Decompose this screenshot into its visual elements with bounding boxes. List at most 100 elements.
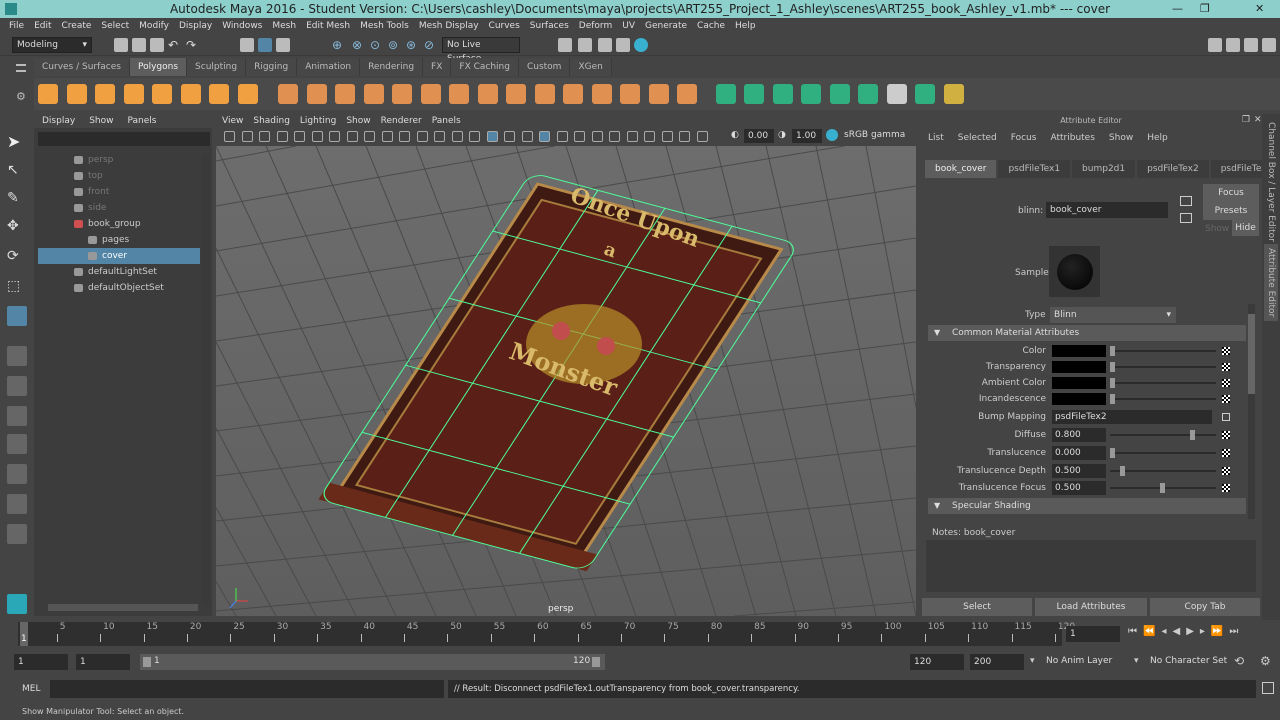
slider-handle[interactable] bbox=[1110, 378, 1115, 388]
open-scene-icon[interactable] bbox=[132, 38, 146, 52]
smooth-shade-icon[interactable] bbox=[469, 131, 480, 142]
type-dropdown[interactable]: Blinn ▾ bbox=[1050, 307, 1176, 323]
slider-handle[interactable] bbox=[1160, 483, 1165, 493]
map-button-icon[interactable] bbox=[1222, 347, 1230, 355]
viewport-menu-view[interactable]: View bbox=[222, 114, 243, 128]
menu-cache[interactable]: Cache bbox=[692, 18, 730, 34]
merge-icon[interactable] bbox=[620, 84, 640, 104]
go-to-end-icon[interactable]: ⏭ bbox=[1229, 626, 1244, 637]
material-swatch[interactable] bbox=[1049, 246, 1100, 297]
menu-select[interactable]: Select bbox=[96, 18, 134, 34]
menu-edit[interactable]: Edit bbox=[29, 18, 56, 34]
exposure-field[interactable]: 0.00 bbox=[744, 129, 774, 143]
workspace-icon[interactable] bbox=[1208, 38, 1222, 52]
step-forward-frame-icon[interactable]: ▸ bbox=[1200, 626, 1211, 637]
outliner-menu-show[interactable]: Show bbox=[89, 114, 113, 128]
render-view-icon[interactable] bbox=[558, 38, 572, 52]
maximize-button[interactable]: ❐ bbox=[1200, 0, 1210, 18]
shelf-tab-animation[interactable]: Animation bbox=[297, 58, 361, 76]
uv-snapshot-icon[interactable] bbox=[915, 84, 935, 104]
poly-cylinder-icon[interactable] bbox=[95, 84, 115, 104]
channel-box-tab[interactable]: Channel Box / Layer Editor bbox=[1264, 122, 1278, 242]
scale-tool-icon[interactable]: ⬚ bbox=[7, 278, 27, 298]
snap-live-icon[interactable]: ⊘ bbox=[424, 38, 438, 52]
slider-track[interactable] bbox=[1110, 382, 1216, 384]
outliner-menu-panels[interactable]: Panels bbox=[127, 114, 156, 128]
2d-pan-zoom-icon[interactable] bbox=[294, 131, 305, 142]
poly-sphere-icon[interactable] bbox=[38, 84, 58, 104]
current-frame-field[interactable]: 1 bbox=[1066, 626, 1120, 642]
slider-track[interactable] bbox=[1110, 434, 1216, 436]
slider-track[interactable] bbox=[1110, 452, 1216, 454]
render-settings-icon[interactable] bbox=[616, 38, 630, 52]
textured-icon[interactable] bbox=[521, 131, 533, 142]
insert-edge-loop-icon[interactable] bbox=[534, 84, 555, 104]
two-pane-layout-icon[interactable] bbox=[7, 406, 27, 426]
three-pane-layout-icon[interactable] bbox=[7, 464, 27, 484]
viewport-menu-shading[interactable]: Shading bbox=[253, 114, 290, 128]
unfold-icon[interactable] bbox=[772, 84, 793, 104]
grease-pencil-icon[interactable] bbox=[311, 131, 323, 142]
ae-menu-attributes[interactable]: Attributes bbox=[1050, 133, 1094, 143]
snap-surface-icon[interactable]: ⊛ bbox=[406, 38, 420, 52]
playback-start-field[interactable]: 1 bbox=[76, 654, 130, 670]
step-back-frame-icon[interactable]: ◂ bbox=[1161, 626, 1172, 637]
menu-deform[interactable]: Deform bbox=[574, 18, 617, 34]
live-surface-field[interactable]: No Live Surface bbox=[442, 37, 520, 64]
outliner-item-cover[interactable]: cover bbox=[38, 248, 200, 264]
camera-attributes-icon[interactable] bbox=[241, 131, 253, 142]
menu-uv[interactable]: UV bbox=[617, 18, 640, 34]
undo-icon[interactable]: ↶ bbox=[168, 38, 182, 52]
texture-field[interactable]: psdFileTex2 bbox=[1052, 410, 1212, 424]
poly-plane-icon[interactable] bbox=[152, 84, 172, 104]
layout-uv-icon[interactable] bbox=[801, 84, 821, 104]
wireframe-icon[interactable] bbox=[451, 131, 463, 142]
map-button-icon[interactable] bbox=[1222, 431, 1230, 439]
gamma-field[interactable]: 1.00 bbox=[792, 129, 822, 143]
ae-menu-selected[interactable]: Selected bbox=[958, 133, 997, 143]
menuset-dropdown[interactable]: Modeling ▾ bbox=[12, 37, 92, 53]
transfer-attr-icon[interactable] bbox=[858, 84, 878, 104]
input-connection-icon[interactable] bbox=[1222, 413, 1230, 421]
image-plane-icon[interactable] bbox=[276, 131, 288, 142]
show-button[interactable]: Show bbox=[1205, 224, 1229, 234]
slider-handle[interactable] bbox=[1110, 362, 1115, 372]
xray-joints-icon[interactable] bbox=[679, 131, 690, 142]
single-pane-layout-icon[interactable] bbox=[7, 346, 27, 366]
map-button-icon[interactable] bbox=[1222, 449, 1230, 457]
ae-tab-bump2d1[interactable]: bump2d1 bbox=[1072, 160, 1136, 178]
section-common-material[interactable]: Common Material Attributes bbox=[928, 325, 1246, 341]
menu-mesh-display[interactable]: Mesh Display bbox=[414, 18, 484, 34]
move-tool-icon[interactable]: ✥ bbox=[7, 218, 27, 238]
select-object-icon[interactable] bbox=[258, 38, 272, 52]
menu-modify[interactable]: Modify bbox=[134, 18, 174, 34]
slider-handle[interactable] bbox=[1120, 466, 1125, 476]
time-slider-track[interactable]: 1 5 10 15 20 25 30 35 40 45 50 55 60 65 70 75 80 85 90 95 1… bbox=[18, 622, 1075, 646]
node-name-field[interactable]: book_cover bbox=[1046, 202, 1168, 218]
resolution-gate-icon[interactable] bbox=[364, 131, 375, 142]
isolate-select-icon[interactable] bbox=[644, 131, 655, 142]
range-end-handle[interactable] bbox=[592, 657, 600, 667]
map-button-icon[interactable] bbox=[1222, 379, 1230, 387]
shelf-tab-curves-surfaces[interactable]: Curves / Surfaces bbox=[34, 58, 130, 76]
combine-icon[interactable] bbox=[278, 84, 298, 104]
persp-outliner-layout-icon[interactable] bbox=[7, 434, 27, 454]
ae-tab-psdfiletex2[interactable]: psdFileTex2 bbox=[1137, 160, 1209, 178]
poly-cube-icon[interactable] bbox=[66, 84, 87, 104]
lasso-tool-icon[interactable]: ↖ bbox=[7, 162, 27, 182]
normalize-uv-icon[interactable] bbox=[829, 84, 850, 104]
float-panel-icon[interactable]: ❐ bbox=[1242, 115, 1250, 125]
bevel-icon[interactable] bbox=[392, 84, 412, 104]
slider-handle[interactable] bbox=[1110, 394, 1115, 404]
toggle-panel-icon[interactable] bbox=[1226, 38, 1240, 52]
menu-help[interactable]: Help bbox=[730, 18, 761, 34]
fill-hole-icon[interactable] bbox=[591, 84, 612, 104]
outliner-item-defaultlightset[interactable]: defaultLightSet bbox=[38, 264, 200, 280]
map-button-icon[interactable] bbox=[1222, 363, 1230, 371]
save-scene-icon[interactable] bbox=[150, 38, 164, 52]
hypershade-layout-icon[interactable] bbox=[7, 524, 27, 544]
ae-menu-list[interactable]: List bbox=[928, 133, 944, 143]
snap-point-icon[interactable]: ⊙ bbox=[370, 38, 384, 52]
step-forward-key-icon[interactable]: ⏩ bbox=[1211, 626, 1229, 637]
shelf-tab-fx-caching[interactable]: FX Caching bbox=[451, 58, 519, 76]
